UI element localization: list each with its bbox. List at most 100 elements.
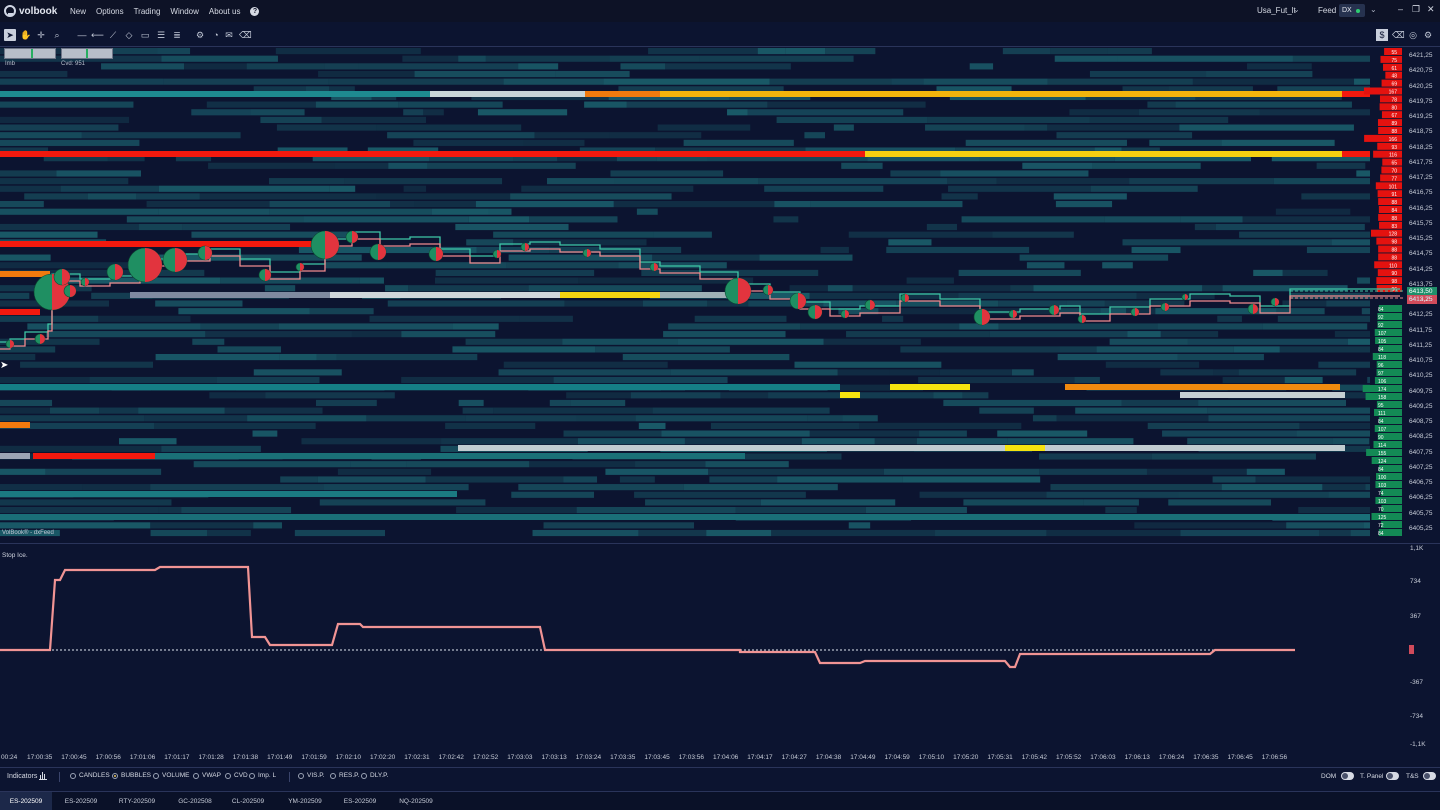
option-vwap[interactable]: VWAP: [193, 772, 221, 779]
tab-es-202509[interactable]: ES-202509: [0, 792, 52, 810]
dollar-icon[interactable]: $: [1376, 29, 1388, 41]
option-resp[interactable]: RES.P.: [330, 772, 359, 779]
option-volume[interactable]: VOLUME: [153, 772, 189, 779]
price-label: 6416,25: [1409, 204, 1433, 212]
heatmap-cell: [49, 407, 100, 414]
heatmap-cell: [859, 422, 1022, 429]
pointer-icon[interactable]: ➤: [4, 29, 16, 41]
heatmap-cell: [706, 529, 772, 537]
heatmap-cell: [336, 354, 478, 361]
radio-icon[interactable]: [225, 772, 231, 779]
time-label: 17:05:42: [1021, 754, 1047, 761]
menu-new[interactable]: New: [70, 7, 86, 16]
option-visp[interactable]: VIS.P.: [298, 772, 325, 779]
list-icon[interactable]: ☰: [155, 29, 167, 41]
heatmap-cell: [1104, 216, 1181, 223]
radio-icon[interactable]: [298, 772, 304, 779]
menu-icon[interactable]: ≣: [171, 29, 183, 41]
tab-gc-202508[interactable]: GC-202508: [170, 792, 220, 810]
minimize-icon[interactable]: –: [1398, 4, 1403, 14]
menu-about-us[interactable]: About us: [209, 7, 241, 16]
tab-rty-202509[interactable]: RTY-202509: [110, 792, 164, 810]
eraser-icon[interactable]: ⌫: [1392, 29, 1405, 41]
dom-toggle[interactable]: [1341, 772, 1354, 780]
gear-icon[interactable]: ⚙: [1422, 29, 1434, 41]
restore-icon[interactable]: ❐: [1412, 4, 1420, 15]
heatmap-cell: [1284, 376, 1323, 384]
radio-icon[interactable]: [112, 772, 118, 779]
heatmap-chart[interactable]: 5575614869167788067898816693116657077101…: [0, 47, 1405, 543]
time-panel-toggle[interactable]: [1386, 772, 1399, 780]
time-axis[interactable]: 00:24 17:00:35 17:00:45 17:00:56 17:01:06 17:…: [0, 752, 1405, 764]
rectangle-icon[interactable]: ▭: [139, 29, 151, 41]
heatmap-cell: [46, 331, 206, 338]
measure-icon[interactable]: ◇: [123, 29, 135, 41]
note-icon[interactable]: ✉: [223, 29, 235, 41]
panel-divider[interactable]: [0, 543, 1440, 544]
zoom-icon[interactable]: ⌕: [51, 29, 63, 41]
heatmap-cell: [150, 529, 208, 537]
radio-icon[interactable]: [70, 772, 76, 779]
heatmap-cell: [0, 468, 46, 475]
trend-line-icon[interactable]: ⟋: [107, 29, 119, 41]
heatmap-cell: [827, 285, 853, 292]
heatmap-cell: [82, 484, 151, 491]
settings-icon[interactable]: ⚙: [194, 29, 206, 41]
profile-select[interactable]: Usa_Fut_lt: [1257, 6, 1296, 15]
eraser-icon[interactable]: ⌫: [239, 29, 252, 41]
tns-toggle[interactable]: [1423, 772, 1436, 780]
help-icon[interactable]: ?: [250, 6, 260, 16]
menu-trading[interactable]: Trading: [134, 7, 161, 16]
option-cvd[interactable]: CVD: [225, 772, 248, 779]
bars-icon[interactable]: [39, 772, 47, 780]
option-candles[interactable]: CANDLES: [70, 772, 110, 779]
chevron-down-icon[interactable]: ⌄: [1293, 5, 1300, 14]
heatmap-cell: [1022, 162, 1093, 169]
heatmap-cell: [923, 78, 1048, 85]
bucket-icon[interactable]: ◔: [210, 29, 222, 41]
feed-select[interactable]: DX: [1339, 4, 1365, 17]
stop-ice-chart[interactable]: [0, 545, 1405, 750]
time-label: 17:04:38: [815, 754, 842, 761]
time-label: 17:02:42: [438, 754, 464, 761]
dom-ask-bar: [1376, 277, 1402, 285]
heatmap-cell: [465, 415, 577, 422]
close-icon[interactable]: ✕: [1427, 4, 1435, 15]
heatmap-cell: [0, 132, 82, 139]
indicator-axis: 1,1K 734 367 -367 -734 -1,1K: [1405, 545, 1440, 750]
crosshair-icon[interactable]: ✛: [35, 29, 47, 41]
horizontal-line-icon[interactable]: —: [76, 29, 88, 41]
dom-bid-size: 84: [1378, 347, 1384, 353]
ray-icon[interactable]: ⟵: [91, 29, 104, 41]
target-icon[interactable]: ◎: [1407, 29, 1419, 41]
liquidity-band: [585, 91, 660, 97]
radio-icon[interactable]: [193, 772, 199, 779]
heatmap-cell: [1187, 438, 1333, 445]
option-impl[interactable]: Imp. L: [249, 772, 276, 779]
tab-ym-202509[interactable]: YM-202509: [280, 792, 330, 810]
indicators-button[interactable]: Indicators: [7, 773, 37, 780]
heatmap-cell: [0, 178, 129, 185]
heatmap-cell: [1306, 246, 1370, 254]
radio-icon[interactable]: [153, 772, 159, 779]
radio-icon[interactable]: [249, 772, 255, 779]
radio-icon[interactable]: [361, 772, 367, 779]
tab-es-202509[interactable]: ES-202509: [57, 792, 105, 810]
option-dlyp[interactable]: DLY.P.: [361, 772, 388, 779]
tab-es-202509[interactable]: ES-202509: [335, 792, 385, 810]
tab-cl-202509[interactable]: CL-202509: [224, 792, 272, 810]
time-label: 17:06:45: [1227, 754, 1253, 761]
chevron-down-icon[interactable]: ⌄: [1370, 5, 1377, 14]
menu-options[interactable]: Options: [96, 7, 124, 16]
dom-bid-size: 96: [1378, 363, 1384, 369]
price-axis[interactable]: 6413,50 6413,25 6421,25 6420,75 6420,25 641…: [1405, 47, 1440, 543]
hand-icon[interactable]: ✋: [20, 29, 32, 41]
heatmap-cell: [1122, 239, 1280, 246]
heatmap-cell: [475, 201, 614, 208]
menu-window[interactable]: Window: [170, 7, 198, 16]
time-label: 17:03:56: [678, 754, 704, 761]
radio-icon[interactable]: [330, 772, 336, 779]
tab-nq-202509[interactable]: NQ-202509: [390, 792, 442, 810]
heatmap-cell: [1328, 491, 1370, 498]
option-bubbles[interactable]: BUBBLES: [112, 772, 151, 779]
